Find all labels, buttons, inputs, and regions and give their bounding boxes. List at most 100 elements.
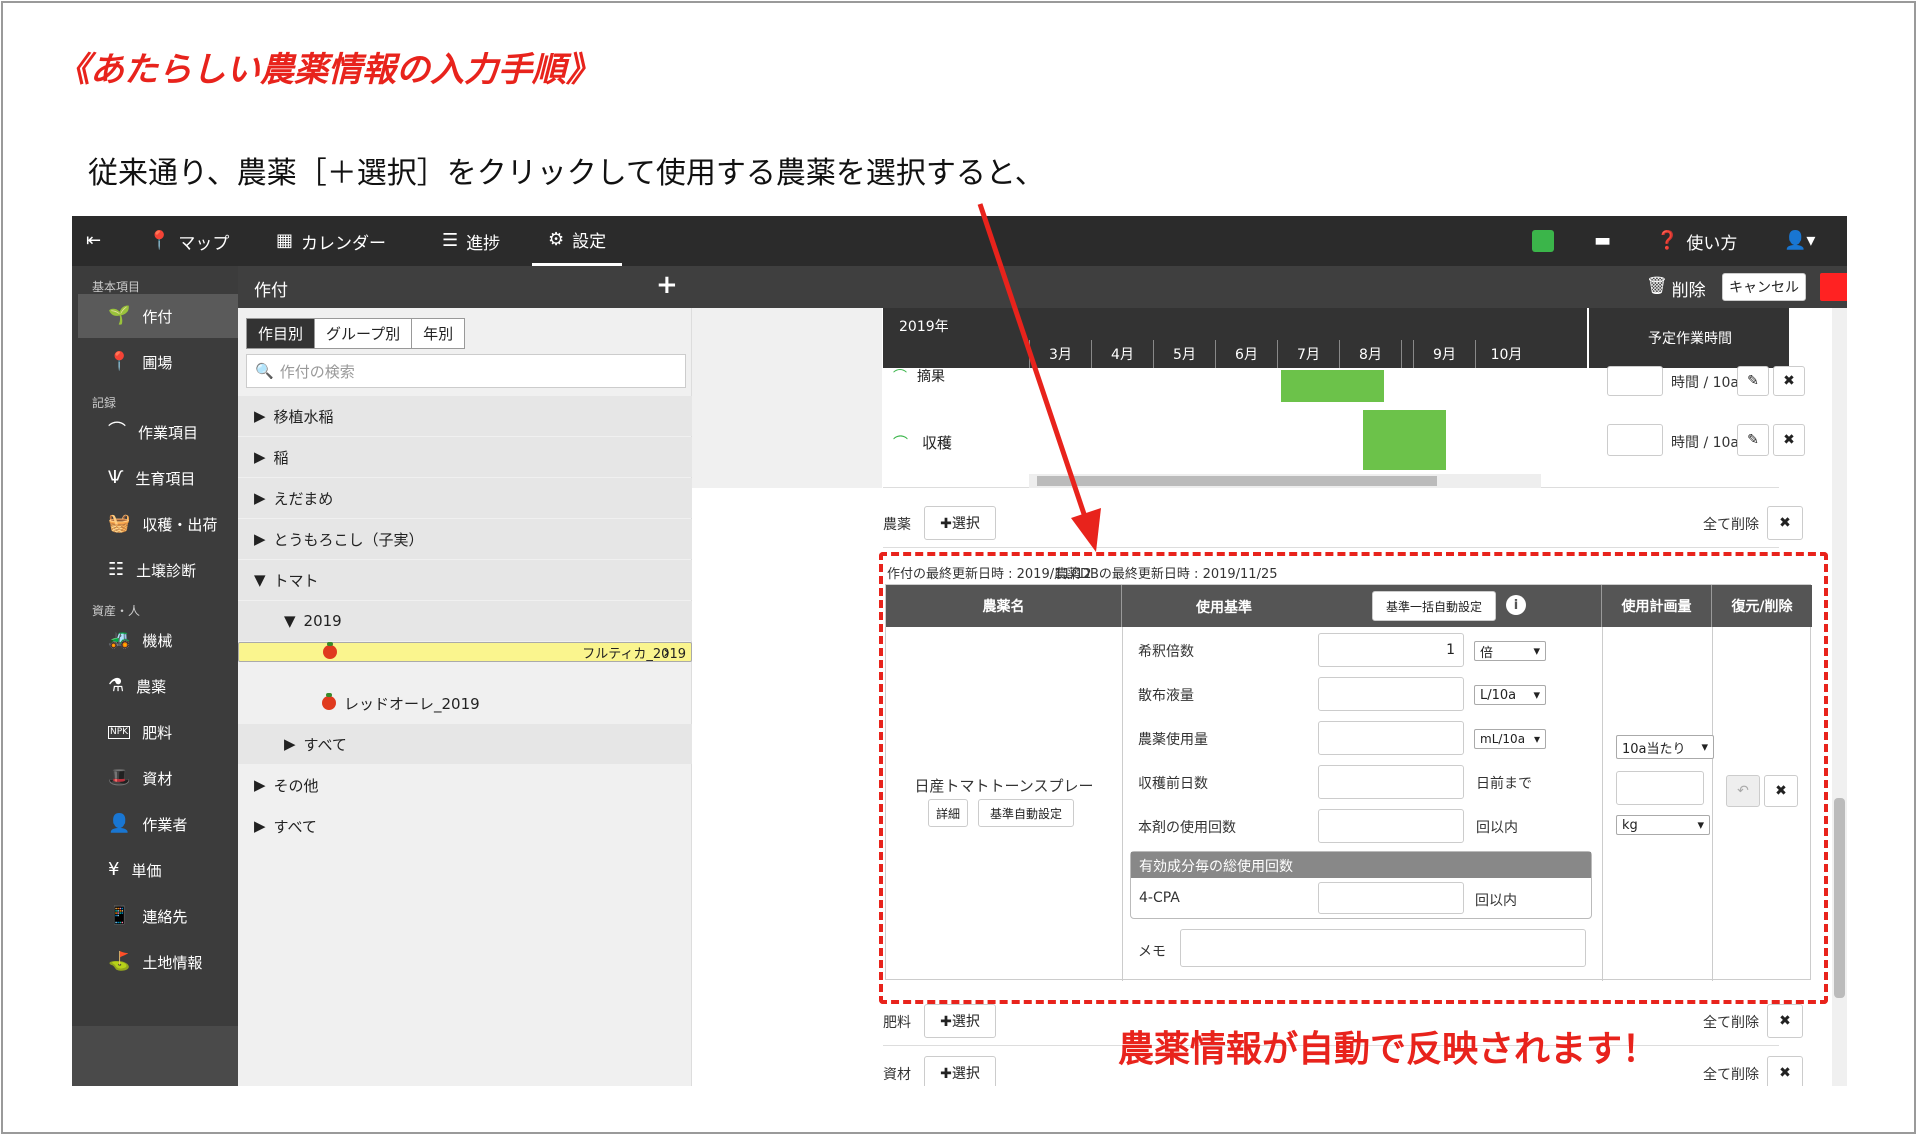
gantt-bar-thinning (1281, 370, 1385, 402)
calendar-icon: ▦ (276, 230, 294, 251)
sidebar-item-growth[interactable]: Ѱ 生育項目 (78, 456, 238, 500)
delete-all-link[interactable]: 全て削除 (1703, 1012, 1759, 1032)
sidebar-item-worker[interactable]: 👤 作業者 (78, 802, 238, 846)
sidebar-item-machine[interactable]: 🚜 機械 (78, 618, 238, 662)
grass-icon: Ѱ (108, 467, 124, 488)
left-gray-area (692, 308, 882, 488)
sidebar-item-land[interactable]: ⛳ 土地情報 (78, 940, 238, 984)
tree-item-label: その他 (273, 776, 319, 795)
tree-item-label: フルティカ_2019 (582, 646, 686, 662)
person-icon: 👤 (108, 813, 131, 834)
sidebar-item-label: 土地情報 (142, 953, 203, 972)
tree-item[interactable]: ▶ 稲 (238, 437, 692, 477)
tree-item[interactable]: ▶ とうもろこし（子実） (238, 519, 692, 559)
sidebar-item-harvest[interactable]: 🧺 収穫・出荷 (78, 502, 238, 546)
planned-hours-input[interactable] (1607, 366, 1663, 396)
gantt-row-harvest: ⌒ 収穫 (893, 432, 952, 453)
gantt-month: 10月 (1475, 340, 1537, 368)
menu-collapse-icon[interactable]: ⇤ (86, 216, 101, 266)
gantt-scroll-thumb[interactable] (1037, 476, 1437, 486)
delete-x-icon[interactable]: ✖ (1773, 424, 1805, 456)
chat-icon[interactable]: ▬ (1594, 216, 1611, 266)
tab-by-group[interactable]: グループ別 (315, 319, 413, 348)
gantt-month: 6月 (1215, 340, 1277, 368)
search-placeholder: 作付の検索 (279, 362, 355, 381)
save-button[interactable]: 保存 (1820, 273, 1847, 301)
tab-by-crop[interactable]: 作目別 (247, 319, 316, 348)
gantt-month: 9月 (1413, 340, 1475, 368)
sidebar-item-field[interactable]: 📍 圃場 (78, 340, 238, 384)
sliders-icon: ☷ (108, 559, 125, 580)
gantt-scrollbar[interactable] (1029, 474, 1541, 488)
nav-calendar[interactable]: ▦ カレンダー (276, 216, 386, 266)
hours-unit: 時間 / 10a (1671, 375, 1740, 391)
tree-item[interactable]: ▼ トマト (238, 560, 692, 600)
sidebar-item-pesticide[interactable]: ⚗ 農薬 (78, 664, 238, 708)
delete-all-x-icon[interactable]: ✖ (1767, 506, 1803, 540)
nav-progress[interactable]: ☰ 進捗 (442, 216, 500, 266)
add-crop-icon[interactable]: + (656, 270, 678, 300)
delete-all-x-icon[interactable]: ✖ (1767, 1004, 1803, 1038)
nav-progress-label: 進捗 (466, 233, 501, 254)
planned-hours-input[interactable] (1607, 424, 1663, 456)
tree-item[interactable]: ▶ すべて (238, 724, 692, 764)
sidebar-item-soil[interactable]: ☷ 土壌診断 (78, 548, 238, 592)
delete-x-icon[interactable]: ✖ (1773, 366, 1805, 396)
edit-pencil-icon[interactable]: ✎ (1737, 366, 1769, 396)
list-icon: ☰ (442, 230, 459, 251)
gantt-month: 7月 (1277, 340, 1339, 368)
material-select-button[interactable]: ✚選択 (924, 1056, 996, 1086)
book-icon[interactable] (1532, 216, 1554, 266)
gantt-month: 5月 (1153, 340, 1215, 368)
sidebar-section-header: 基本項目 (92, 280, 141, 294)
sidebar-item-label: 収穫・出荷 (142, 515, 218, 534)
delete-button[interactable]: 🗑 削除 (1646, 276, 1706, 301)
sidebar-item-crop[interactable]: 🌱 作付 (78, 294, 238, 338)
tree-item[interactable]: レッドオーレ_2019 (238, 683, 692, 723)
sidebar-item-price[interactable]: ¥ 単価 (78, 848, 238, 892)
tree-item[interactable]: ▶ その他 (238, 765, 692, 805)
tree-item[interactable]: ▼ 2019 (238, 601, 692, 641)
crop-search-input[interactable]: 🔍 作付の検索 (246, 354, 686, 388)
sidebar-item-label: 単価 (131, 861, 162, 880)
tomato-icon (322, 693, 336, 710)
main-scrollbar[interactable] (1832, 308, 1847, 1086)
tree-item[interactable]: ▶ えだまめ (238, 478, 692, 518)
sickle-icon: ⌒ (893, 434, 909, 452)
crop-tree-panel: 作目別 グループ別 年別 🔍 作付の検索 ▶ 移植水稲 ▶ 稲 ▶ えだまめ ▶ とうもろ… (238, 308, 692, 1086)
gantt-row-thinning: ⌒ 摘果 (893, 366, 945, 386)
gantt-bar-harvest (1363, 410, 1447, 470)
cancel-button[interactable]: キャンセル (1722, 273, 1806, 301)
sidebar-item-label: 肥料 (142, 723, 173, 742)
pesticide-select-button[interactable]: ✚選択 (924, 506, 996, 540)
tree-item[interactable]: ▶ すべて (238, 806, 692, 846)
sidebar-item-material[interactable]: 🎩 資材 (78, 756, 238, 800)
tree-item-label: とうもろこし（子実） (273, 530, 424, 549)
edit-pencil-icon[interactable]: ✎ (1737, 424, 1769, 456)
tree-item-selected[interactable]: フルティカ_2019 › (238, 642, 692, 663)
sidebar-footer (72, 1026, 238, 1086)
page-title: 《あたらしい農薬情報の入力手順》 (56, 50, 600, 90)
sidebar-item-work[interactable]: ⌒ 作業項目 (78, 410, 238, 454)
nav-settings[interactable]: ⚙ 設定 (532, 216, 623, 266)
tree-item[interactable]: ▶ 移植水稲 (238, 396, 692, 436)
tree-item-label: トマト (273, 571, 319, 590)
basket-icon: 🧺 (108, 513, 131, 534)
pesticide-label: 農薬 (883, 517, 911, 533)
sidebar-item-fertilizer[interactable]: NPK 肥料 (78, 710, 238, 754)
user-menu-icon[interactable]: 👤▾ (1784, 216, 1815, 266)
scroll-thumb[interactable] (1834, 798, 1845, 998)
tab-by-year[interactable]: 年別 (412, 319, 465, 348)
sidebar-item-label: 作業項目 (138, 423, 199, 442)
delete-all-link[interactable]: 全て削除 (1703, 514, 1759, 534)
nav-map[interactable]: 📍 マップ (148, 216, 229, 266)
sidebar-section-header: 資産・人 (92, 604, 141, 618)
help-button[interactable]: ❓ 使い方 (1656, 216, 1737, 266)
nav-map-label: マップ (178, 233, 230, 254)
fertilizer-label: 肥料 (883, 1015, 911, 1031)
tractor-icon: 🚜 (108, 629, 131, 650)
fertilizer-select-button[interactable]: ✚選択 (924, 1004, 996, 1038)
sidebar-item-contact[interactable]: 📱 連絡先 (78, 894, 238, 938)
delete-all-x-icon[interactable]: ✖ (1767, 1056, 1803, 1086)
delete-all-link[interactable]: 全て削除 (1703, 1064, 1759, 1084)
